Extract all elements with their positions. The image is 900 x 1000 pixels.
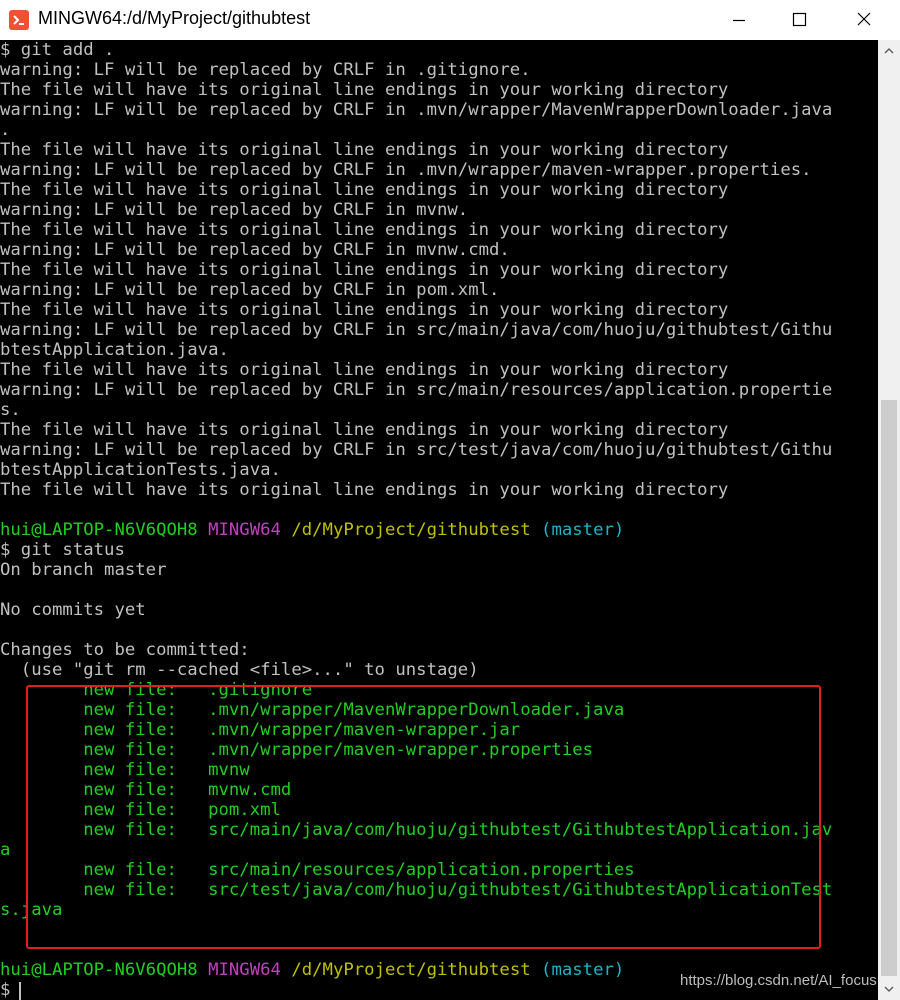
command-input-line[interactable]: $ [0, 980, 21, 1000]
terminal-line: warning: LF will be replaced by CRLF in … [0, 320, 833, 340]
terminal-line: The file will have its original line end… [0, 140, 729, 160]
terminal-line: The file will have its original line end… [0, 360, 729, 380]
terminal-line: $ git status [0, 540, 125, 560]
terminal-line: The file will have its original line end… [0, 260, 729, 280]
terminal-line: Changes to be committed: [0, 640, 250, 660]
title-bar[interactable]: MINGW64:/d/MyProject/githubtest [0, 0, 900, 40]
vertical-scrollbar[interactable] [878, 40, 900, 1000]
shell-prompt: hui@LAPTOP-N6V6QOH8 MINGW64 /d/MyProject… [0, 520, 624, 540]
prompt-path: /d/MyProject/githubtest [291, 960, 531, 980]
window-title: MINGW64:/d/MyProject/githubtest [38, 8, 311, 28]
terminal-line: warning: LF will be replaced by CRLF in … [0, 200, 469, 220]
terminal-line: warning: LF will be replaced by CRLF in … [0, 440, 833, 460]
prompt-branch: (master) [541, 960, 625, 980]
terminal-line: The file will have its original line end… [0, 180, 729, 200]
terminal-line: warning: LF will be replaced by CRLF in … [0, 380, 833, 400]
scrollbar-thumb[interactable] [881, 400, 897, 976]
terminal-line: $ git add . [0, 40, 115, 60]
watermark: https://blog.csdn.net/AI_focus [680, 972, 877, 989]
prompt-path: /d/MyProject/githubtest [291, 520, 531, 540]
prompt-shell: MINGW64 [208, 960, 281, 980]
terminal-line: No commits yet [0, 600, 146, 620]
minimize-icon [733, 19, 745, 22]
terminal-line: The file will have its original line end… [0, 480, 729, 500]
staged-file-line: a [0, 840, 11, 860]
maximize-button[interactable] [769, 0, 829, 40]
terminal-line: btestApplicationTests.java. [0, 460, 281, 480]
minimize-button[interactable] [709, 0, 769, 40]
terminal-line: s. [0, 400, 21, 420]
shell-prompt: hui@LAPTOP-N6V6QOH8 MINGW64 /d/MyProject… [0, 960, 624, 980]
terminal-line: The file will have its original line end… [0, 420, 729, 440]
terminal-line: The file will have its original line end… [0, 80, 729, 100]
scroll-down-arrow-icon[interactable] [878, 978, 900, 1000]
maximize-icon [792, 12, 807, 27]
text-cursor [19, 982, 21, 1000]
close-button[interactable] [834, 0, 894, 40]
prompt-user-host: hui@LAPTOP-N6V6QOH8 [0, 960, 198, 980]
prompt-user-host: hui@LAPTOP-N6V6QOH8 [0, 520, 198, 540]
staged-files-highlight [26, 685, 821, 949]
prompt-branch: (master) [541, 520, 625, 540]
terminal-window: MINGW64:/d/MyProject/githubtest $ git ad… [0, 0, 900, 1000]
terminal-line: On branch master [0, 560, 167, 580]
terminal-line: The file will have its original line end… [0, 220, 729, 240]
terminal-line: btestApplication.java. [0, 340, 229, 360]
terminal-line: warning: LF will be replaced by CRLF in … [0, 280, 500, 300]
terminal-line: warning: LF will be replaced by CRLF in … [0, 100, 833, 120]
terminal-line: The file will have its original line end… [0, 300, 729, 320]
prompt-shell: MINGW64 [208, 520, 281, 540]
scroll-up-arrow-icon[interactable] [878, 40, 900, 62]
git-bash-app-icon [9, 10, 29, 30]
close-icon [857, 12, 871, 26]
terminal-line: warning: LF will be replaced by CRLF in … [0, 60, 531, 80]
terminal-line: warning: LF will be replaced by CRLF in … [0, 240, 510, 260]
terminal-line: warning: LF will be replaced by CRLF in … [0, 160, 812, 180]
terminal-line: (use "git rm --cached <file>..." to unst… [0, 660, 479, 680]
terminal-line: . [0, 120, 11, 140]
